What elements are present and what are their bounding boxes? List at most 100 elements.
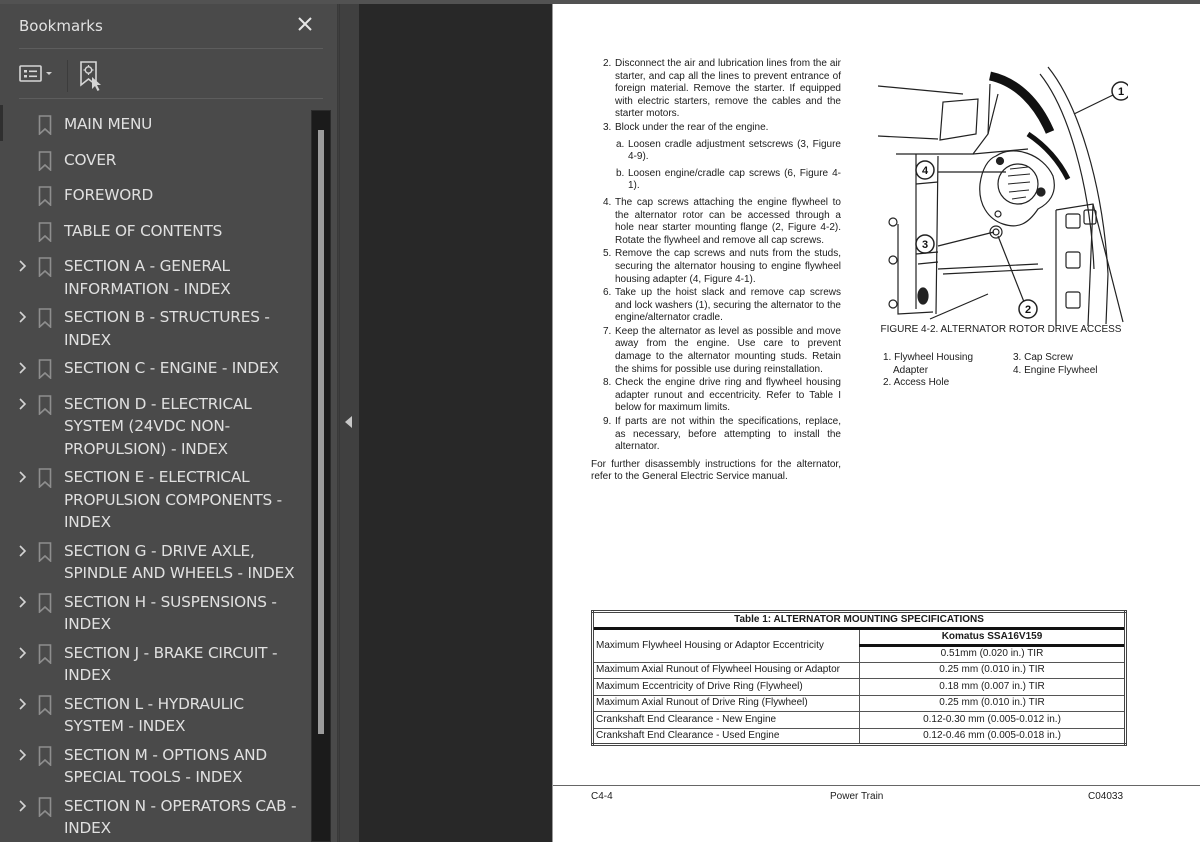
- chevron-right-icon[interactable]: [16, 306, 30, 328]
- table-cell: Crankshaft End Clearance - New Engine: [592, 711, 860, 729]
- legend-item: 1. Flywheel Housing: [883, 352, 974, 363]
- bookmark-item[interactable]: SECTION N - OPERATORS CAB - INDEX: [0, 795, 310, 840]
- table-cell: Crankshaft End Clearance - Used Engine: [592, 727, 860, 745]
- bookmark-label: SECTION H - SUSPENSIONS - INDEX: [64, 592, 277, 634]
- bookmark-icon: [38, 257, 52, 278]
- panel-divider: [19, 98, 323, 99]
- step-text: The cap screws attaching the engine flyw…: [615, 196, 841, 246]
- table-cell: Maximum Axial Runout of Drive Ring (Flyw…: [592, 694, 860, 712]
- legend-item: Adapter: [893, 364, 929, 376]
- table-row: Crankshaft End Clearance - New Engine 0.…: [592, 711, 1126, 729]
- chevron-right-icon[interactable]: [16, 591, 30, 613]
- bookmark-icon: [38, 592, 52, 614]
- toolbar-divider: [67, 60, 68, 92]
- procedure-step: 5. Remove the cap screws and nuts from th…: [591, 248, 841, 286]
- chevron-right-icon[interactable]: [16, 393, 30, 415]
- step-text: Keep the alternator as level as possible…: [615, 325, 841, 375]
- step-text: Remove the cap screws and nuts from the …: [615, 248, 841, 285]
- bookmark-icon: [38, 541, 52, 563]
- bookmark-item[interactable]: SECTION B - STRUCTURES - INDEX: [0, 306, 310, 351]
- chevron-right-icon[interactable]: [16, 744, 30, 766]
- panel-title: Bookmarks: [19, 17, 103, 35]
- bookmarks-panel: Bookmarks MAIN MENU COVER FOREWORD TABLE OF…: [0, 4, 338, 842]
- callout-1-label: 1: [1118, 86, 1124, 98]
- bookmark-icon: [38, 468, 52, 489]
- bookmark-icon: [38, 115, 52, 136]
- footer-doc-code: C04033: [1088, 791, 1124, 802]
- step-number: 7.: [603, 325, 612, 337]
- step-number: a.: [616, 138, 625, 150]
- bookmark-list: MAIN MENU COVER FOREWORD TABLE OF CONTENTS S…: [0, 105, 310, 840]
- chevron-right-icon[interactable]: [16, 255, 30, 277]
- bookmark-icon: [38, 359, 52, 380]
- step-number: 4.: [603, 196, 612, 208]
- instruction-column: 2. Disconnect the air and lubrication lin…: [591, 58, 841, 484]
- find-current-bookmark-icon: [80, 61, 101, 91]
- table-cell: 0.25 mm (0.010 in.) TIR: [859, 661, 1126, 679]
- table-row: Crankshaft End Clearance - Used Engine 0…: [592, 727, 1126, 745]
- bookmark-list-scrollbar[interactable]: [311, 110, 331, 842]
- step-text: Loosen cradle adjustment setscrews (3, F…: [628, 138, 841, 163]
- bookmark-item[interactable]: SECTION J - BRAKE CIRCUIT - INDEX: [0, 642, 310, 687]
- bookmark-item[interactable]: MAIN MENU: [0, 105, 310, 141]
- procedure-step: 2. Disconnect the air and lubrication lin…: [591, 58, 841, 121]
- close-panel-button[interactable]: [295, 14, 315, 34]
- step-number: 9.: [603, 416, 612, 428]
- bookmark-label: SECTION A - GENERAL INFORMATION - INDEX: [64, 257, 231, 298]
- bookmark-icon: [38, 394, 52, 416]
- callout-2-label: 2: [1025, 304, 1031, 316]
- scrollbar-thumb[interactable]: [318, 130, 324, 734]
- bookmark-item[interactable]: SECTION D - ELECTRICAL SYSTEM (24VDC NON…: [0, 393, 310, 461]
- bookmark-label: SECTION G - DRIVE AXLE, SPINDLE AND WHEE…: [64, 541, 295, 583]
- bookmark-item[interactable]: SECTION C - ENGINE - INDEX: [0, 357, 310, 380]
- legend-item: 2. Access Hole: [883, 377, 950, 389]
- table-title: Table 1: ALTERNATOR MOUNTING SPECIFICATI…: [592, 611, 1126, 630]
- bookmark-label: SECTION M - OPTIONS AND SPECIAL TOOLS - …: [64, 745, 267, 787]
- bookmark-item[interactable]: SECTION L - HYDRAULIC SYSTEM - INDEX: [0, 693, 310, 738]
- table-cell: Maximum Eccentricity of Drive Ring (Flyw…: [592, 678, 860, 696]
- procedure-step: 7. Keep the alternator as level as possib…: [591, 326, 841, 376]
- find-current-bookmark-button[interactable]: [79, 60, 105, 92]
- bookmark-item[interactable]: COVER: [0, 149, 310, 172]
- table-row: Maximum Eccentricity of Drive Ring (Flyw…: [592, 678, 1126, 696]
- chevron-right-icon[interactable]: [16, 466, 30, 488]
- bookmark-label: SECTION E - ELECTRICAL PROPULSION COMPON…: [64, 468, 282, 531]
- bookmark-icon: [38, 745, 52, 767]
- figure-caption: FIGURE 4-2. ALTERNATOR ROTOR DRIVE ACCES…: [880, 324, 1122, 335]
- bookmark-item[interactable]: SECTION H - SUSPENSIONS - INDEX: [0, 591, 310, 636]
- step-number: b.: [616, 167, 625, 179]
- bookmark-icon: [38, 221, 52, 243]
- bookmark-label: TABLE OF CONTENTS: [64, 221, 223, 240]
- bookmark-label: SECTION C - ENGINE - INDEX: [64, 359, 279, 377]
- close-icon: [298, 17, 312, 31]
- legend-item: 4. Engine Flywheel: [1013, 364, 1098, 376]
- bookmark-item[interactable]: SECTION G - DRIVE AXLE, SPINDLE AND WHEE…: [0, 540, 310, 585]
- bookmark-label: SECTION J - BRAKE CIRCUIT - INDEX: [64, 643, 278, 685]
- chevron-right-icon[interactable]: [16, 693, 30, 715]
- panel-splitter[interactable]: [339, 4, 359, 842]
- footer-page-number: C4-4: [591, 791, 613, 802]
- bookmark-icon: [38, 308, 52, 329]
- specifications-table: Table 1: ALTERNATOR MOUNTING SPECIFICATI…: [591, 610, 1127, 746]
- chevron-right-icon[interactable]: [16, 540, 30, 562]
- pdf-page: 2. Disconnect the air and lubrication lin…: [552, 4, 1200, 842]
- bookmark-icon: [38, 186, 52, 207]
- bookmark-item[interactable]: SECTION M - OPTIONS AND SPECIAL TOOLS - …: [0, 744, 310, 789]
- bookmark-item[interactable]: SECTION A - GENERAL INFORMATION - INDEX: [0, 255, 310, 300]
- callout-4-label: 4: [922, 165, 929, 177]
- bookmark-icon: [38, 150, 52, 172]
- table-cell: 0.12-0.30 mm (0.005-0.012 in.): [859, 711, 1126, 729]
- chevron-right-icon[interactable]: [16, 642, 30, 664]
- bookmark-item[interactable]: TABLE OF CONTENTS: [0, 220, 310, 243]
- bookmark-item[interactable]: SECTION E - ELECTRICAL PROPULSION COMPON…: [0, 466, 310, 534]
- step-number: 8.: [603, 377, 612, 389]
- chevron-right-icon[interactable]: [16, 795, 30, 817]
- bookmark-options-button[interactable]: [19, 60, 59, 88]
- bookmark-icon: [38, 796, 52, 818]
- table-row: Maximum Axial Runout of Drive Ring (Flyw…: [592, 694, 1126, 712]
- step-text: Loosen engine/cradle cap screws (6, Figu…: [628, 167, 841, 192]
- bookmark-item[interactable]: FOREWORD: [0, 184, 310, 207]
- chevron-right-icon[interactable]: [16, 357, 30, 379]
- substep: b. Loosen engine/cradle cap screws (6, Fi…: [591, 168, 841, 193]
- procedure-step: 6. Take up the hoist slack and remove cap…: [591, 287, 841, 325]
